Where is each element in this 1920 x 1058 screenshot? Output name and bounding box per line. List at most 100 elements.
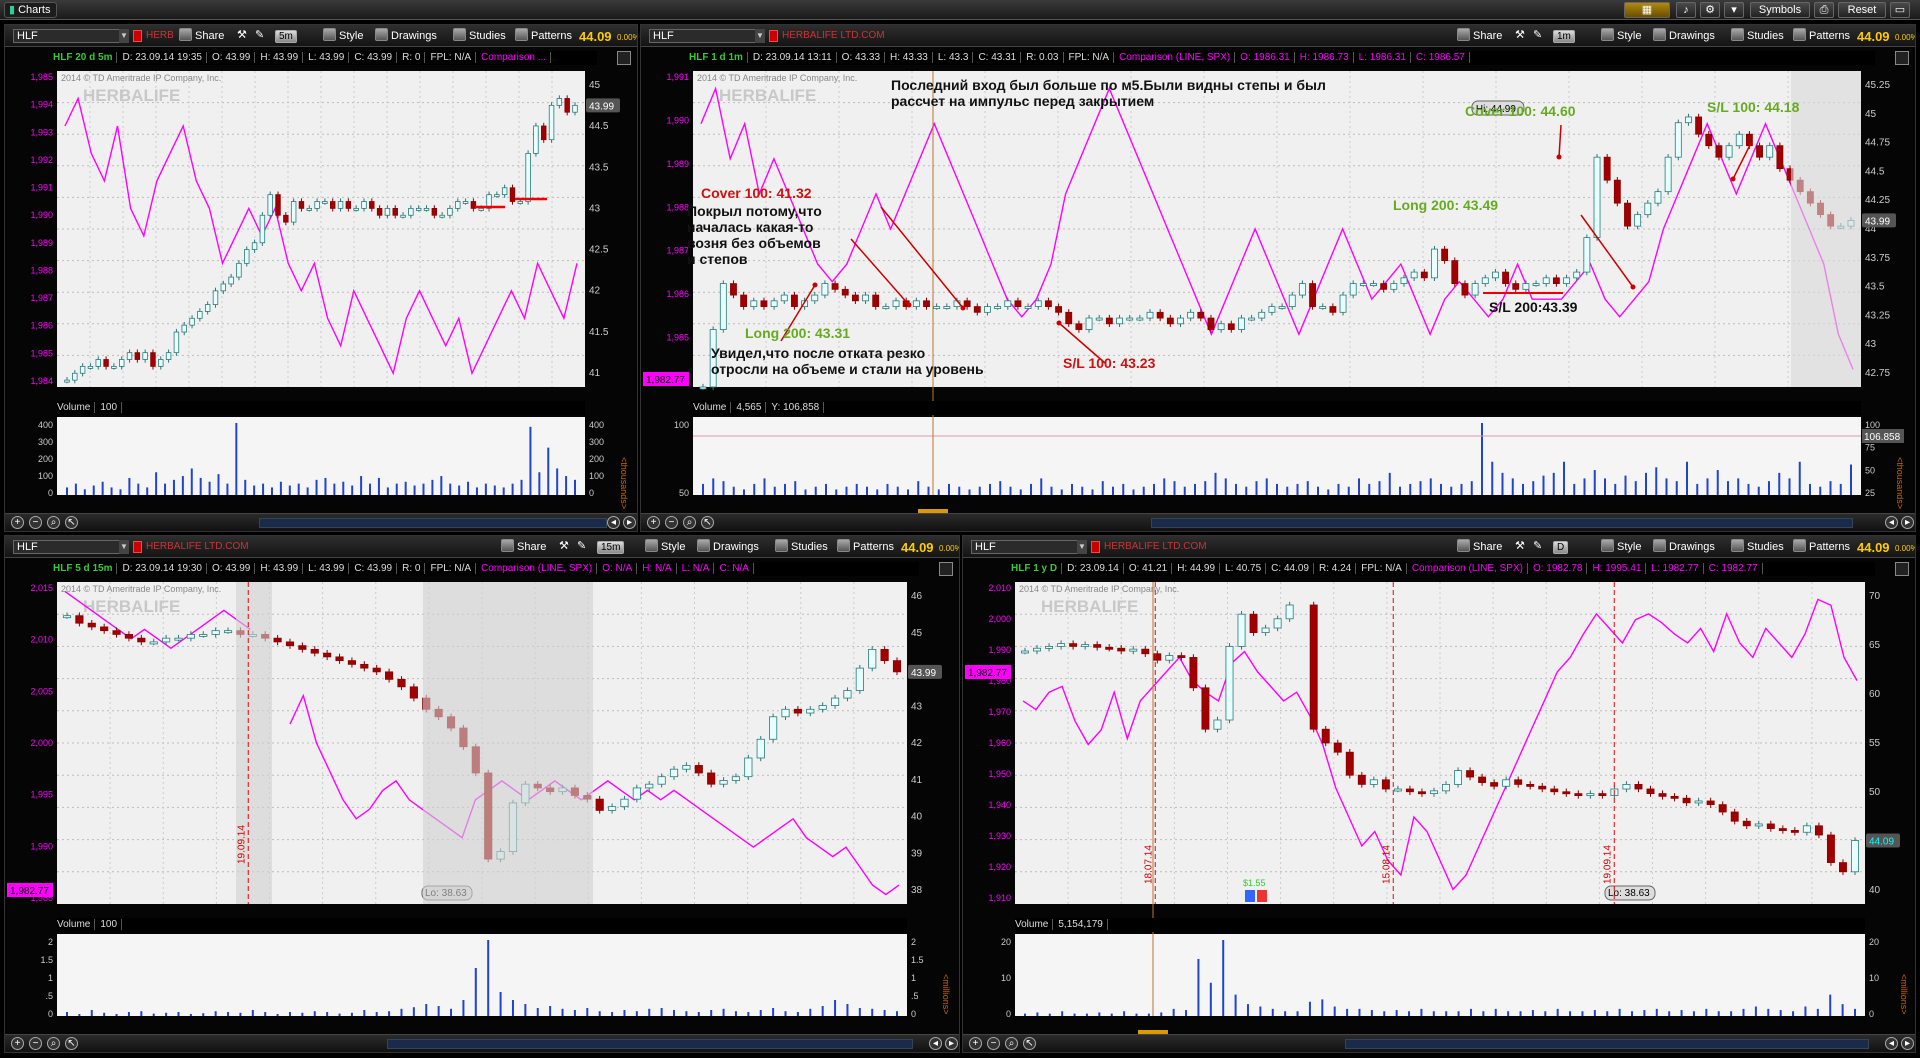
bell-icon[interactable]: ♪ [1676, 2, 1696, 18]
volume-label: Volume [693, 402, 732, 413]
volume-bar [886, 483, 889, 495]
scroll-right-icon[interactable]: ▸ [945, 1037, 958, 1050]
volume-bar [722, 481, 725, 495]
chevron-icon[interactable]: ▾ [1724, 2, 1744, 18]
printer-icon[interactable]: ⎙ [1814, 2, 1834, 18]
volume-bar [1204, 481, 1207, 495]
volume-bar [1841, 1004, 1844, 1016]
volume-bar [1347, 486, 1350, 495]
cursor-icon[interactable]: ↖ [65, 1037, 78, 1050]
reset-button[interactable]: Reset [1838, 2, 1886, 18]
candle [1189, 654, 1198, 692]
zoom-out-icon[interactable]: − [29, 516, 42, 529]
zoom-out-icon[interactable]: − [987, 1037, 1000, 1050]
volume-y-value: Y: 106,858 [771, 402, 825, 413]
magnifier-icon[interactable]: ⌕ [1005, 1037, 1018, 1050]
zoom-in-icon[interactable]: + [647, 516, 660, 529]
time-scrollbar[interactable] [387, 1039, 914, 1049]
grid-layout-button[interactable]: ▦ [1624, 2, 1670, 18]
cursor-icon[interactable]: ↖ [701, 516, 714, 529]
volume-bar [1581, 1011, 1584, 1016]
wrench-icon[interactable]: ⚙ [1700, 2, 1720, 18]
chart-canvas[interactable]: 2014 © TD Ameritrade IP Company, Inc.HER… [963, 536, 1916, 1053]
scroll-right-icon[interactable]: ▸ [1901, 516, 1914, 529]
magnifier-icon[interactable]: ⌕ [47, 516, 60, 529]
candle [267, 191, 273, 219]
volume-bar [1624, 475, 1627, 495]
volume-bar [83, 489, 86, 495]
volume-bar [1378, 481, 1381, 495]
volume-bar [1370, 1010, 1373, 1016]
scroll-right-icon[interactable]: ▸ [623, 516, 636, 529]
volume-bar [747, 1012, 750, 1016]
volume-bar [1778, 472, 1781, 495]
zoom-in-icon[interactable]: + [969, 1037, 982, 1050]
magnifier-icon[interactable]: ⌕ [47, 1037, 60, 1050]
volume-right-tick: .5 [911, 991, 919, 1001]
volume-bar [449, 483, 452, 495]
volume-bar [1327, 489, 1330, 495]
scroll-left-icon[interactable]: ◂ [1885, 1037, 1898, 1050]
volume-bar [1511, 478, 1514, 495]
chart-panel-1: HLF ▼ HERB Share Style Drawings Studies Pattern… [4, 24, 638, 532]
y-left-tick: 2,010 [30, 635, 53, 645]
close-icon[interactable]: ▭ [1890, 2, 1910, 18]
volume-unit: <thousands> [1895, 457, 1905, 509]
volume-left-tick: 300 [38, 437, 53, 447]
dividend-icon[interactable] [1245, 890, 1255, 902]
scroll-left-icon[interactable]: ◂ [1885, 516, 1898, 529]
volume-bar [1469, 1008, 1472, 1016]
zoom-in-icon[interactable]: + [11, 1037, 24, 1050]
time-scrollbar[interactable] [1344, 1039, 1870, 1049]
date-marker: 15.08.14 [1381, 845, 1392, 884]
volume-bar [226, 483, 229, 495]
volume-bar [623, 1010, 626, 1016]
candle [1593, 154, 1601, 241]
charts-app-button[interactable]: ▮ Charts [4, 2, 58, 18]
zoom-in-icon[interactable]: + [11, 516, 24, 529]
volume-bar [251, 1010, 254, 1016]
volume-bar [1634, 481, 1637, 495]
time-scrollbar[interactable] [1151, 518, 1854, 528]
long-label-1: Long 200: 43.31 [745, 325, 851, 341]
candle [1339, 291, 1347, 316]
symbols-button[interactable]: Symbols [1750, 2, 1810, 18]
volume-bar [288, 1012, 291, 1016]
volume-bar [1030, 483, 1032, 495]
volume-bar [1552, 472, 1555, 495]
volume-bar [474, 968, 477, 1016]
date-marker: 18.07.14 [1143, 845, 1154, 884]
zoom-out-icon[interactable]: − [665, 516, 678, 529]
volume-bar [1245, 486, 1248, 495]
volume-bar [773, 486, 776, 495]
magnifier-icon[interactable]: ⌕ [683, 516, 696, 529]
time-scrollbar[interactable] [258, 518, 608, 528]
chart-canvas[interactable]: 2014 © TD Ameritrade IP Company, Inc.HER… [5, 536, 960, 1053]
volume-bar [155, 472, 158, 495]
volume-bar [1147, 1013, 1150, 1016]
volume-bar [825, 483, 827, 495]
cursor-icon[interactable]: ↖ [1023, 1037, 1036, 1050]
volume-bar [835, 489, 838, 495]
volume-bar [137, 483, 140, 495]
volume-bar [743, 489, 745, 495]
y-left-tick: 2,005 [30, 686, 53, 696]
scroll-left-icon[interactable]: ◂ [929, 1037, 942, 1050]
volume-bar [313, 1011, 316, 1016]
scroll-left-icon[interactable]: ◂ [607, 516, 620, 529]
volume-bar [1160, 1012, 1163, 1016]
earnings-icon[interactable] [1257, 890, 1267, 902]
arrow-head [1730, 176, 1736, 182]
scroll-right-icon[interactable]: ▸ [1901, 1037, 1914, 1050]
volume-bar [1276, 483, 1278, 495]
volume-bar [92, 485, 95, 495]
volume-bar [413, 485, 416, 495]
volume-bar [467, 481, 470, 495]
chart-canvas[interactable]: 2014 © TD Ameritrade IP Company, Inc.HER… [5, 25, 638, 532]
y-left-tick: 1,993 [30, 127, 53, 137]
zoom-out-icon[interactable]: − [29, 1037, 42, 1050]
cursor-icon[interactable]: ↖ [65, 516, 78, 529]
volume-bar [1788, 478, 1791, 495]
volume-bar [1829, 481, 1832, 495]
volume-bar [333, 483, 336, 495]
